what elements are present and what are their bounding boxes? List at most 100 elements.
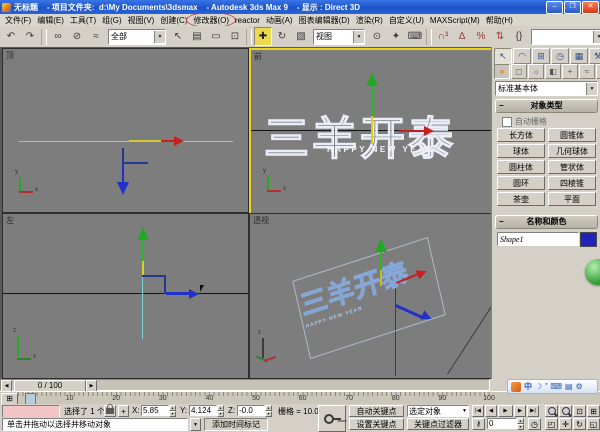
collapse-icon[interactable]: −: [499, 216, 504, 228]
select-and-uniform-scale-icon[interactable]: ▧: [292, 27, 310, 46]
zoom-extents-icon[interactable]: ⊡: [573, 405, 586, 417]
x-spinner[interactable]: ▲ ▼: [169, 405, 176, 417]
unlink-selection-icon[interactable]: ⊘: [68, 27, 86, 46]
autogrid-checkbox[interactable]: [502, 116, 512, 127]
ime-wordbank-icon[interactable]: ▤: [565, 382, 573, 392]
ime-punctuation-icon[interactable]: ’: [545, 382, 547, 392]
rectangular-selection-region-icon[interactable]: ▭: [207, 27, 225, 46]
close-button[interactable]: ✕: [582, 0, 599, 14]
gizmo-y-axis[interactable]: [122, 164, 124, 183]
add-time-tag[interactable]: 添加时间标记: [204, 418, 268, 431]
z-coordinate-field[interactable]: [237, 405, 265, 416]
gizmo-y-axis[interactable]: [371, 116, 373, 144]
primitive-category-dropdown[interactable]: 标准基本体 ▼: [495, 81, 598, 96]
menu-item-图表编辑器(D)[interactable]: 图表编辑器(D): [296, 15, 353, 26]
absolute-mode-transform-button[interactable]: +: [118, 405, 129, 417]
spinner-snap-toggle-icon[interactable]: ⇅: [491, 27, 509, 46]
redo-icon[interactable]: ↷: [21, 27, 39, 46]
previous-frame-button[interactable]: ◀: [485, 405, 497, 417]
select-by-name-icon[interactable]: ▤: [188, 27, 206, 46]
z-spinner[interactable]: ▲ ▼: [265, 405, 272, 417]
tab-motion-icon[interactable]: ◷: [551, 48, 569, 64]
menu-item-帮助(H)[interactable]: 帮助(H): [483, 15, 516, 26]
set-key-mode-button[interactable]: 设置关键点: [349, 418, 404, 430]
name-color-rollout[interactable]: − 名称和颜色: [495, 215, 598, 229]
set-key-big-button[interactable]: [318, 405, 346, 432]
viewport-front-label[interactable]: 前: [254, 51, 262, 62]
viewport-left[interactable]: 左 z x: [2, 213, 249, 379]
category-systems-icon[interactable]: ⚙: [596, 64, 600, 79]
bind-to-space-warp-icon[interactable]: ≈: [87, 27, 105, 46]
collapse-icon[interactable]: −: [499, 100, 504, 112]
category-lights-icon[interactable]: ☼: [528, 64, 544, 79]
dropdown-arrow-icon[interactable]: ▼: [586, 82, 597, 95]
time-configuration-button[interactable]: ◷: [528, 418, 541, 430]
ime-mode-toggle[interactable]: 中: [524, 382, 532, 392]
key-mode-toggle-button[interactable]: ⚷: [472, 418, 485, 430]
pan-icon[interactable]: ✛: [559, 418, 572, 430]
minimize-button[interactable]: –: [546, 0, 563, 14]
gizmo-x-arrowhead[interactable]: [174, 136, 184, 146]
menu-item-reactor[interactable]: reactor: [232, 16, 263, 25]
menu-item-自定义(U)[interactable]: 自定义(U): [386, 15, 427, 26]
dropdown-arrow-icon[interactable]: ▼: [154, 30, 165, 43]
object-button-圆锥体[interactable]: 圆锥体: [548, 128, 596, 142]
gizmo-y-axis[interactable]: [380, 270, 382, 286]
object-button-球体[interactable]: 球体: [497, 144, 545, 158]
gizmo-x-axis[interactable]: [166, 292, 190, 295]
menu-item-MAXScript(M)[interactable]: MAXScript(M): [427, 16, 483, 25]
next-frame-button[interactable]: ▶: [514, 405, 526, 417]
object-button-几何球体[interactable]: 几何球体: [548, 144, 596, 158]
y-spinner[interactable]: ▲ ▼: [217, 405, 224, 417]
text-shape-plane[interactable]: 三羊开泰 HAPPY NEW YEAR: [292, 237, 446, 359]
gizmo-y-arrowhead[interactable]: [117, 182, 129, 195]
dropdown-arrow-icon[interactable]: ▼: [593, 30, 600, 43]
reference-coordinate-system-dropdown[interactable]: 视图 ▼: [313, 28, 365, 45]
named-selection-sets-dropdown[interactable]: ▼: [531, 28, 600, 45]
object-button-管状体[interactable]: 管状体: [548, 160, 596, 174]
text-shape-en[interactable]: HAPPY NEW YEAR: [327, 145, 435, 154]
y-coordinate-field[interactable]: [189, 405, 217, 416]
menu-item-修改器(O)[interactable]: 修改器(O): [186, 14, 236, 26]
object-button-四棱锥[interactable]: 四棱锥: [548, 176, 596, 190]
go-to-start-button[interactable]: |◀: [472, 405, 484, 417]
tab-hierarchy-icon[interactable]: ⊞: [532, 48, 550, 64]
gizmo-y-arrowhead[interactable]: [137, 227, 149, 240]
ime-softkeyboard-icon[interactable]: ⌨: [550, 382, 562, 392]
tab-display-icon[interactable]: ▦: [570, 48, 588, 64]
gizmo-x-arrowhead[interactable]: [424, 126, 434, 136]
menu-item-工具(T)[interactable]: 工具(T): [67, 15, 99, 26]
select-and-link-icon[interactable]: ∞: [49, 27, 67, 46]
gizmo-y-axis[interactable]: [380, 252, 382, 270]
object-button-茶壶[interactable]: 茶壶: [497, 192, 545, 206]
menu-item-编辑(E)[interactable]: 编辑(E): [34, 15, 67, 26]
ime-language-bar[interactable]: 中 ☽’ ⌨ ▤ ⚙: [507, 379, 598, 394]
category-space-warps-icon[interactable]: ≈: [579, 64, 595, 79]
viewport-top[interactable]: 顶 y x: [2, 48, 249, 213]
menu-item-文件(F)[interactable]: 文件(F): [2, 15, 34, 26]
dropdown-arrow-icon[interactable]: ▼: [353, 30, 364, 43]
category-cameras-icon[interactable]: ◧: [545, 64, 561, 79]
select-and-move-icon[interactable]: ✚: [254, 27, 272, 46]
zoom-extents-all-icon[interactable]: ⊞: [587, 405, 600, 417]
keyboard-shortcut-override-icon[interactable]: ⌨: [406, 27, 424, 46]
object-button-圆环[interactable]: 圆环: [497, 176, 545, 190]
dropdown-arrow-icon[interactable]: ▼: [462, 408, 467, 414]
min-max-toggle-icon[interactable]: ◱: [587, 418, 600, 430]
angle-snap-toggle-icon[interactable]: ∆: [453, 27, 471, 46]
frame-spinner[interactable]: ▲ ▼: [517, 418, 524, 430]
gizmo-x-arrowhead[interactable]: [189, 289, 199, 299]
prompt-expand-button[interactable]: ▼: [190, 418, 201, 431]
select-object-icon[interactable]: ↖: [169, 27, 187, 46]
gizmo-plane-handle[interactable]: [142, 275, 166, 277]
object-button-长方体[interactable]: 长方体: [497, 128, 545, 142]
gizmo-y-axis[interactable]: [142, 240, 144, 261]
gizmo-y-arrowhead[interactable]: [366, 73, 378, 86]
select-and-rotate-icon[interactable]: ↻: [273, 27, 291, 46]
go-to-end-button[interactable]: ▶|: [527, 405, 539, 417]
floating-green-ball-icon[interactable]: [585, 259, 600, 285]
object-button-圆柱体[interactable]: 圆柱体: [497, 160, 545, 174]
viewport-top-label[interactable]: 顶: [6, 50, 14, 61]
viewport-perspective[interactable]: 透视 三羊开泰 HAPPY NEW YEAR z: [249, 213, 492, 379]
object-name-input[interactable]: [497, 232, 579, 246]
